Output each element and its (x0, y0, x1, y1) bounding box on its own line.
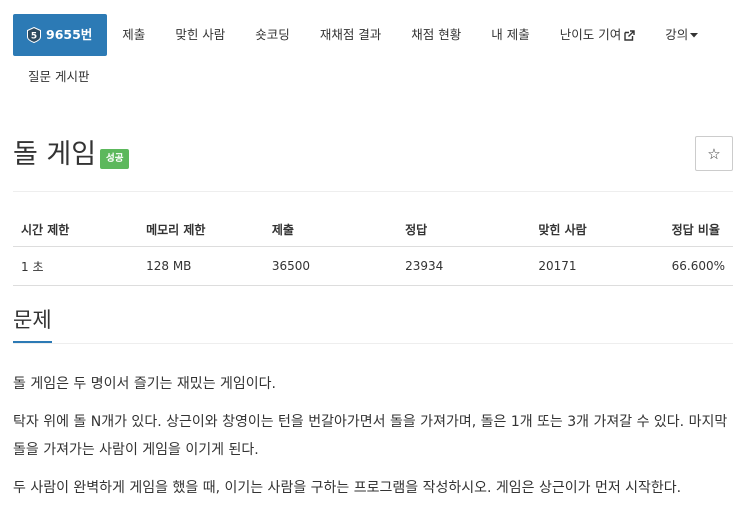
tab-lectures[interactable]: 강의 (650, 14, 713, 56)
problem-id: 9655번 (46, 27, 93, 42)
tab-short-coding-label: 숏코딩 (255, 27, 290, 42)
star-button[interactable]: ☆ (695, 136, 733, 171)
tab-my-submissions-label: 내 제출 (491, 27, 530, 42)
table-header-row: 시간 제한 메모리 제한 제출 정답 맞힌 사람 정답 비율 (13, 212, 733, 247)
tab-solvers[interactable]: 맞힌 사람 (160, 14, 240, 56)
solvers-value: 20171 (530, 246, 664, 286)
tab-short-coding[interactable]: 숏코딩 (240, 14, 305, 56)
problem-description: 돌 게임은 두 명이서 즐기는 재밌는 게임이다. 탁자 위에 돌 N개가 있다… (13, 370, 738, 512)
tab-difficulty-contribution-label: 난이도 기여 (559, 27, 622, 42)
problem-menu: 5 9655번 제출 맞힌 사람 숏코딩 재채점 결과 채점 현황 내 제출 난… (13, 14, 733, 98)
problem-title: 돌 게임 (13, 139, 97, 170)
problem-menu-row-2: 질문 게시판 (13, 56, 733, 98)
accepted-value: 23934 (397, 246, 531, 286)
problem-info-table: 시간 제한 메모리 제한 제출 정답 맞힌 사람 정답 비율 1 초 128 M… (13, 212, 733, 286)
accept-ratio-value: 66.600% (663, 246, 733, 286)
problem-page: 5 9655번 제출 맞힌 사람 숏코딩 재채점 결과 채점 현황 내 제출 난… (0, 0, 745, 515)
header-submissions: 제출 (263, 212, 398, 247)
description-paragraph: 돌 게임은 두 명이서 즐기는 재밌는 게임이다. (13, 376, 276, 392)
header-time-limit: 시간 제한 (13, 212, 139, 247)
problem-menu-row-1: 5 9655번 제출 맞힌 사람 숏코딩 재채점 결과 채점 현황 내 제출 난… (13, 14, 733, 56)
tab-rejudge-result-label: 재채점 결과 (319, 27, 382, 42)
header-solvers: 맞힌 사람 (530, 212, 664, 247)
caret-down-icon (690, 27, 699, 42)
time-limit-value: 1 초 (13, 246, 139, 286)
table-row: 1 초 128 MB 36500 23934 20171 66.600% (13, 246, 733, 286)
tier-badge-icon: 5 (27, 27, 41, 43)
tab-judge-status[interactable]: 채점 현황 (396, 14, 476, 56)
tab-submit[interactable]: 제출 (107, 14, 160, 56)
tab-difficulty-contribution[interactable]: 난이도 기여 (545, 14, 650, 56)
memory-limit-value: 128 MB (138, 246, 264, 286)
tier-number: 5 (31, 32, 37, 42)
external-link-icon (624, 27, 635, 42)
tab-problem[interactable]: 5 9655번 (13, 14, 108, 56)
problem-section-header: 문제 (13, 305, 733, 344)
tab-submit-label: 제출 (122, 27, 146, 42)
tab-question-board-label: 질문 게시판 (28, 69, 90, 84)
result-badge[interactable]: 성공 (100, 149, 130, 169)
tab-rejudge-result[interactable]: 재채점 결과 (305, 14, 396, 56)
tab-lectures-label: 강의 (665, 27, 689, 42)
tab-my-submissions[interactable]: 내 제출 (476, 14, 544, 56)
header-accept-ratio: 정답 비율 (663, 212, 733, 247)
problem-title-row: 돌 게임 성공 ☆ (13, 136, 733, 192)
tab-solvers-label: 맞힌 사람 (175, 27, 226, 42)
submissions-value: 36500 (263, 246, 398, 286)
section-title: 문제 (13, 305, 52, 343)
header-accepted: 정답 (397, 212, 531, 247)
tab-question-board[interactable]: 질문 게시판 (13, 56, 104, 98)
description-paragraph: 두 사람이 완벽하게 게임을 했을 때, 이기는 사람을 구하는 프로그램을 작… (13, 480, 682, 496)
description-paragraph: 탁자 위에 돌 N개가 있다. 상근이와 창영이는 턴을 번갈아가면서 돌을 가… (13, 414, 728, 458)
star-icon: ☆ (707, 144, 721, 163)
tab-judge-status-label: 채점 현황 (411, 27, 462, 42)
header-memory-limit: 메모리 제한 (138, 212, 264, 247)
